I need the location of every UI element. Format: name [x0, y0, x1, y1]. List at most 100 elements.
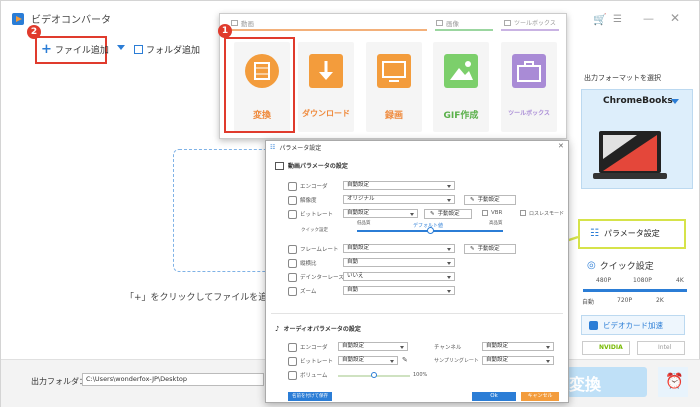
volume-icon — [288, 371, 297, 380]
video-encoder-label: エンコーダ — [300, 184, 328, 190]
tool-download-label: ダウンロード — [302, 109, 350, 118]
cancel-button[interactable]: キャンセル — [521, 392, 559, 401]
quality-slider-thumb[interactable] — [427, 227, 434, 234]
quick-settings-icon: ◎ — [587, 260, 596, 271]
title-area: ビデオコンバータ — [11, 11, 111, 26]
vbr-checkbox[interactable] — [482, 210, 488, 216]
tool-toolbox[interactable]: ツールボックス — [501, 42, 557, 132]
add-file-button[interactable]: + ファイル追加 — [41, 42, 109, 57]
audio-bitrate-edit-icon[interactable]: ✎ — [402, 356, 408, 364]
lossless-checkbox[interactable] — [520, 210, 526, 216]
output-folder-label: 出力フォルダ： — [31, 377, 87, 386]
param-settings-button[interactable]: ☷ パラメータ設定 — [590, 228, 660, 239]
laptop-icon — [593, 131, 667, 179]
deinterlace-label: デインターレース — [300, 275, 344, 281]
audio-section-header: ♪ オーディオパラメータの設定 — [275, 324, 361, 334]
video-encoder-select[interactable]: 自動設定 — [343, 181, 455, 190]
zoom-select[interactable]: 自動 — [343, 286, 455, 295]
framerate-select[interactable]: 自動設定 — [343, 244, 455, 253]
section-divider — [271, 313, 563, 314]
tool-record-label: 録画 — [384, 111, 403, 121]
save-as-button[interactable]: 名前を付けて保存 — [288, 392, 332, 401]
tab-toolbox[interactable]: ツールボックス — [504, 18, 556, 27]
ok-button[interactable]: Ok — [472, 392, 516, 401]
toolbox-tab-underline — [501, 29, 559, 31]
dialog-title: パラメータ設定 — [279, 145, 322, 152]
drop-hint: 「+」をクリックしてファイルを追加する — [125, 293, 265, 303]
video-bitrate-select[interactable]: 自動設定 — [343, 209, 418, 218]
res-2k: 2K — [656, 297, 664, 304]
quality-slider[interactable] — [583, 289, 687, 292]
audio-bitrate-select[interactable]: 自動設定 — [338, 356, 398, 365]
aspect-select[interactable]: 自動 — [343, 258, 455, 267]
format-value: ChromeBooks — [603, 96, 673, 106]
volume-value: 100% — [413, 372, 428, 378]
step-badge-1: 1 — [218, 24, 232, 38]
res-1080p: 1080P — [633, 277, 652, 284]
video-tab-underline — [229, 29, 427, 31]
pencil-icon: ✎ — [430, 211, 435, 217]
audio-section-icon: ♪ — [275, 324, 280, 333]
resolution-label: 解像度 — [300, 198, 317, 204]
tool-record[interactable]: 録画 — [366, 42, 422, 132]
download-icon — [309, 54, 343, 88]
resolution-select[interactable]: オリジナル — [343, 195, 455, 204]
audio-section-title: オーディオパラメータの設定 — [283, 326, 361, 333]
add-file-dropdown-icon[interactable] — [117, 45, 125, 50]
output-path-field[interactable]: C:\Users\wonderfox-JP\Desktop — [82, 373, 264, 386]
plus-icon: + — [41, 42, 52, 57]
tool-toolbox-label: ツールボックス — [508, 110, 550, 117]
cart-icon[interactable]: 🛒 — [593, 13, 607, 26]
minimize-icon[interactable]: — — [643, 12, 654, 25]
video-tab-icon — [231, 20, 238, 26]
framerate-icon — [288, 245, 297, 254]
add-folder-button[interactable]: フォルダ追加 — [134, 43, 200, 56]
tab-video[interactable]: 動画 — [231, 18, 254, 28]
audio-bitrate-icon — [288, 357, 297, 366]
dialog-close-icon[interactable]: ✕ — [558, 142, 564, 150]
resolution-manual-button[interactable]: ✎ 手動設定 — [464, 195, 516, 205]
menu-icon[interactable]: ☰ — [613, 14, 622, 25]
gpu-accel-row: ビデオカード加速 — [589, 320, 663, 331]
sample-rate-select[interactable]: 自動設定 — [482, 356, 554, 365]
image-tab-icon — [436, 20, 443, 26]
channel-select[interactable]: 自動設定 — [482, 342, 554, 351]
app-logo-icon — [12, 12, 24, 25]
framerate-manual-button[interactable]: ✎ 手動設定 — [464, 244, 516, 254]
audio-encoder-icon — [288, 343, 297, 352]
pencil-icon: ✎ — [470, 197, 475, 203]
step-badge-2: 2 — [27, 25, 41, 39]
volume-label: ボリューム — [300, 373, 328, 379]
deinterlace-select[interactable]: いいえ — [343, 272, 455, 281]
res-720p: 720P — [617, 297, 633, 304]
res-4k: 4K — [676, 277, 684, 284]
lossless-label: ロスレスモード — [529, 211, 565, 217]
quality-quick-label: クイック設定 — [301, 228, 328, 233]
image-icon — [444, 54, 478, 88]
intel-label: Intel — [658, 344, 672, 351]
volume-slider-thumb[interactable] — [371, 372, 377, 378]
audio-encoder-select[interactable]: 自動設定 — [338, 342, 408, 351]
image-tab-underline — [435, 29, 493, 31]
format-dropdown-icon[interactable] — [671, 99, 679, 104]
aspect-icon — [288, 259, 297, 268]
convert-highlight — [224, 37, 295, 133]
bitrate-manual-button[interactable]: ✎ 手動設定 — [424, 209, 472, 219]
res-480p: 480P — [596, 277, 612, 284]
bitrate-icon — [288, 210, 297, 219]
quick-settings: ◎ クイック設定 — [587, 259, 654, 272]
gpu-accel-label: ビデオカード加速 — [603, 321, 663, 330]
format-label: 出力フォーマットを選択 — [584, 74, 661, 82]
tool-gif[interactable]: GIF作成 — [433, 42, 489, 132]
low-quality-label: 低品質 — [357, 221, 371, 226]
convert-button-label: 変換 — [569, 375, 602, 394]
close-icon[interactable]: ✕ — [670, 11, 680, 25]
chip-icon — [589, 321, 598, 330]
quick-settings-label: クイック設定 — [599, 262, 654, 272]
tab-image-label: 画像 — [446, 20, 459, 28]
folder-icon — [134, 45, 143, 54]
app-title: ビデオコンバータ — [31, 15, 111, 26]
tab-image[interactable]: 画像 — [436, 18, 459, 28]
dialog-settings-icon: ☷ — [270, 144, 276, 151]
tool-download[interactable]: ダウンロード — [298, 42, 354, 132]
